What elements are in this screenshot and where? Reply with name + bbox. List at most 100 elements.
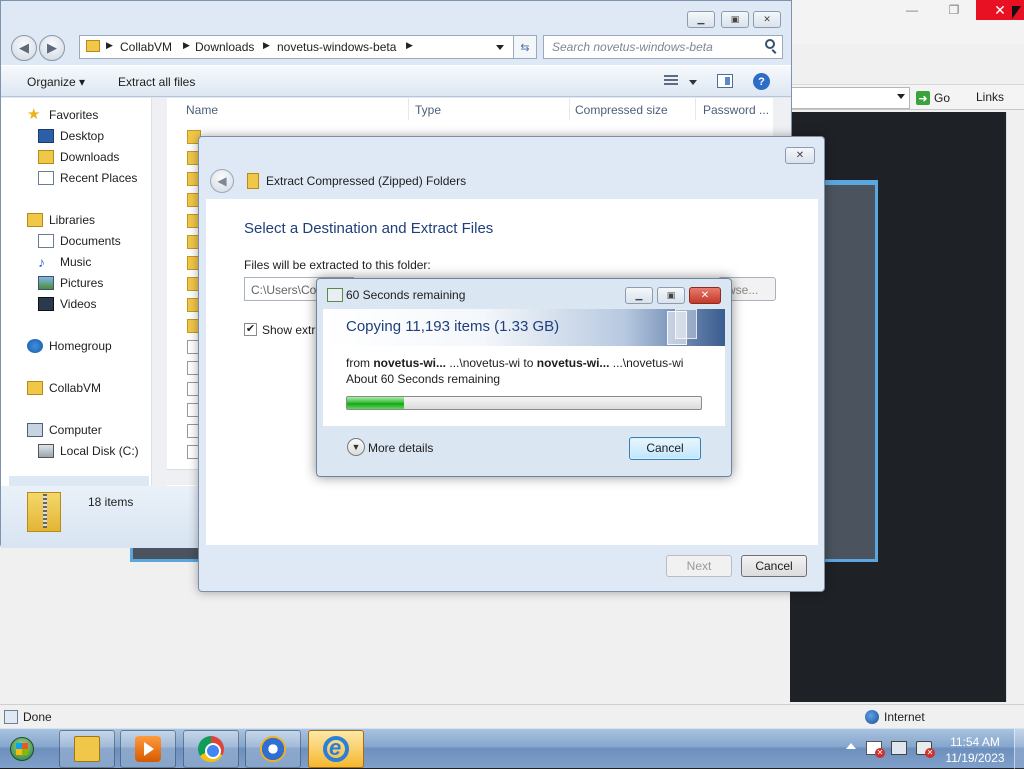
ie-toolbar: ➜ Go Links [780, 84, 1024, 110]
ie-restore-button[interactable]: ❐ [932, 0, 976, 20]
copy-title: 60 Seconds remaining [346, 288, 466, 302]
copy-progress-bar [346, 396, 702, 410]
chevron-down-icon [897, 94, 905, 99]
ie-status-text: Done [23, 710, 52, 724]
media-player-icon [135, 736, 161, 762]
taskbar-media-center[interactable] [120, 730, 176, 768]
taskbar-chrome[interactable] [183, 730, 239, 768]
show-files-checkbox[interactable]: ✔ [244, 323, 257, 336]
network-icon[interactable] [891, 741, 907, 755]
copy-minimize-button[interactable]: ▁ [625, 287, 653, 304]
back-button[interactable]: ◀ [11, 35, 37, 61]
address-bar[interactable]: ▶ CollabVM ▶ Downloads ▶ novetus-windows… [79, 35, 535, 59]
nav-videos[interactable]: Videos [38, 297, 96, 311]
view-options-icon[interactable] [664, 75, 678, 87]
nav-collabvm[interactable]: CollabVM [27, 381, 101, 395]
breadcrumb-collabvm[interactable]: CollabVM [120, 40, 172, 54]
zip-folder-icon [247, 173, 259, 189]
libraries-icon [27, 213, 43, 227]
help-icon[interactable]: ? [753, 73, 770, 90]
column-divider[interactable] [695, 98, 696, 120]
ie-address-dropdown[interactable] [780, 87, 910, 109]
windows-logo-icon [16, 743, 28, 755]
preview-pane-icon[interactable] [717, 74, 733, 88]
column-name[interactable]: Name [186, 103, 218, 117]
chevron-down-icon[interactable]: ▼ [347, 438, 365, 456]
volume-icon[interactable]: ✕ [916, 741, 935, 758]
details-pane: 18 items [1, 486, 201, 548]
breadcrumb-downloads[interactable]: Downloads [195, 40, 254, 54]
taskbar-internet-explorer[interactable] [308, 730, 364, 768]
copy-banner: Copying 11,193 items (1.33 GB) [323, 309, 725, 346]
globe-icon [865, 710, 879, 724]
ie-links-button[interactable]: Links [976, 90, 1004, 104]
ie-minimize-button[interactable]: — [890, 0, 934, 20]
source-folder-link[interactable]: novetus-wi... [373, 356, 446, 370]
wizard-heading: Select a Destination and Extract Files [244, 220, 494, 237]
search-input[interactable]: Search novetus-windows-beta [543, 35, 783, 59]
organize-button[interactable]: Organize ▾ [27, 75, 85, 89]
nav-libraries[interactable]: Libraries [27, 213, 95, 227]
chevron-down-icon[interactable] [689, 80, 697, 85]
column-password[interactable]: Password ... [703, 103, 769, 117]
wizard-cancel-button[interactable]: Cancel [741, 555, 807, 577]
videos-icon [38, 297, 54, 311]
copy-close-button[interactable]: ✕ [689, 287, 721, 304]
user-folder-icon [27, 381, 43, 395]
nav-downloads[interactable]: Downloads [38, 150, 119, 164]
taskbar-windows-media-player[interactable] [245, 730, 301, 768]
nav-music[interactable]: ♪ Music [38, 255, 91, 269]
back-arrow-icon[interactable]: ◀ [210, 169, 234, 193]
nav-pictures[interactable]: Pictures [38, 276, 103, 290]
explorer-close-button[interactable]: ✕ [753, 11, 781, 28]
column-divider[interactable] [408, 98, 409, 120]
nav-computer[interactable]: Computer [27, 423, 102, 437]
nav-local-disk[interactable]: Local Disk (C:) [38, 444, 139, 458]
search-icon[interactable] [765, 39, 779, 53]
progress-fill [347, 397, 404, 409]
tray-expand-icon[interactable] [846, 743, 856, 749]
breadcrumb-separator-icon: ▶ [263, 40, 270, 50]
ie-zone-text: Internet [884, 710, 925, 724]
clock-date[interactable]: 11/19/2023 [940, 751, 1010, 765]
refresh-icon[interactable]: ⇆ [513, 35, 537, 59]
item-count: 18 items [88, 495, 134, 509]
nav-homegroup[interactable]: Homegroup [27, 339, 112, 353]
more-details-button[interactable]: More details [368, 441, 433, 455]
navigation-pane: ★ Favorites Desktop Downloads Recent Plac… [1, 98, 151, 496]
clock-time[interactable]: 11:54 AM [940, 735, 1010, 749]
nav-desktop[interactable]: Desktop [38, 129, 104, 143]
copy-cancel-button[interactable]: Cancel [629, 437, 701, 460]
music-icon: ♪ [38, 254, 45, 270]
disk-icon [38, 444, 54, 458]
nav-documents[interactable]: Documents [38, 234, 121, 248]
breadcrumb-novetus[interactable]: novetus-windows-beta [277, 40, 396, 54]
forward-button[interactable]: ▶ [39, 35, 65, 61]
next-button[interactable]: Next [666, 555, 732, 577]
nav-recent-places[interactable]: Recent Places [38, 171, 137, 185]
mouse-cursor-icon [1012, 6, 1021, 19]
show-desktop-button[interactable] [1014, 729, 1024, 769]
action-center-icon[interactable]: ✕ [866, 741, 885, 758]
chevron-down-icon[interactable] [496, 45, 504, 50]
downloads-folder-icon [38, 150, 54, 164]
copy-body: from novetus-wi... ...\novetus-wi to nov… [323, 346, 725, 426]
wizard-close-button[interactable]: ✕ [785, 147, 815, 164]
column-type[interactable]: Type [415, 103, 441, 117]
ie-scrollbar[interactable] [1006, 112, 1024, 702]
show-files-label: Show extra [262, 323, 323, 337]
ie-go-button[interactable]: ➜ Go [916, 88, 950, 108]
explorer-maximize-button[interactable]: ▣ [721, 11, 749, 28]
taskbar-explorer[interactable] [59, 730, 115, 768]
time-remaining: About 60 Seconds remaining [346, 372, 501, 386]
extract-all-button[interactable]: Extract all files [118, 75, 195, 89]
copy-maximize-button[interactable]: ▣ [657, 287, 685, 304]
nav-favorites[interactable]: ★ Favorites [27, 107, 98, 122]
start-button[interactable] [0, 729, 54, 769]
column-divider[interactable] [569, 98, 570, 120]
destination-folder-link[interactable]: novetus-wi... [537, 356, 610, 370]
explorer-minimize-button[interactable]: ▁ [687, 11, 715, 28]
breadcrumb-separator-icon: ▶ [183, 40, 190, 50]
nav-scrollbar[interactable] [151, 98, 167, 486]
column-compressed-size[interactable]: Compressed size [575, 103, 668, 117]
